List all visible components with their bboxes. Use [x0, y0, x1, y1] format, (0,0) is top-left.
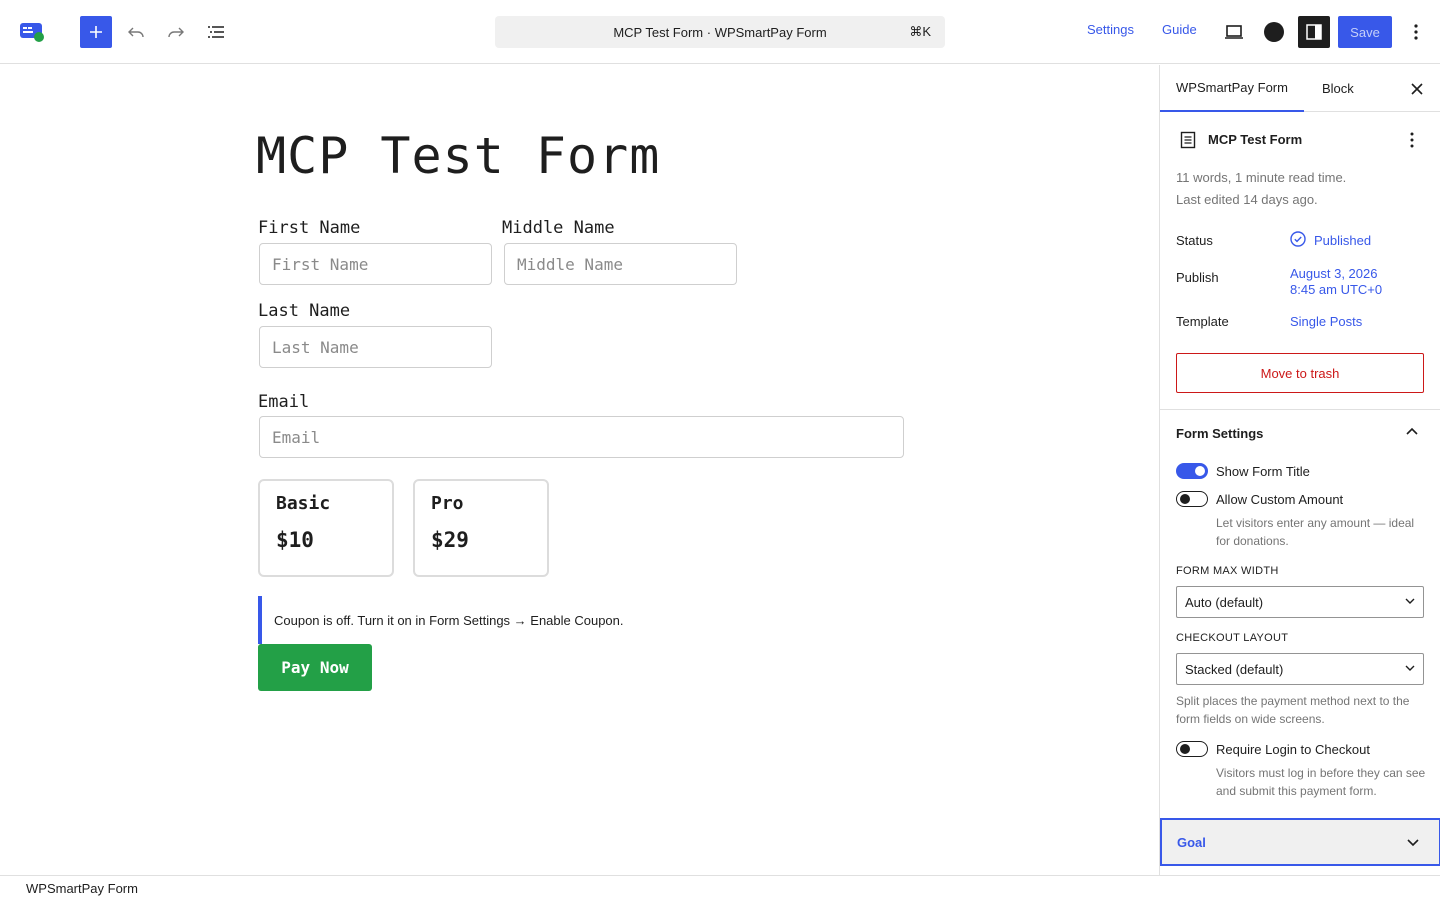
- publish-time[interactable]: 8:45 am UTC+0: [1290, 282, 1382, 298]
- plan-name: Basic: [276, 493, 331, 514]
- add-block-button[interactable]: [80, 16, 112, 48]
- first-name-label: First Name: [258, 218, 361, 238]
- checkout-layout-label: Checkout layout: [1176, 632, 1289, 644]
- publish-label: Publish: [1176, 270, 1219, 285]
- last-edited: Last edited 14 days ago.: [1176, 192, 1318, 207]
- checkout-layout-value: Stacked (default): [1185, 661, 1284, 677]
- footer-breadcrumb: WPSmartPay Form: [0, 875, 1440, 900]
- styles-icon[interactable]: [1264, 22, 1284, 42]
- allow-custom-amount-toggle[interactable]: [1176, 491, 1208, 507]
- pay-now-button[interactable]: Pay Now: [258, 644, 372, 691]
- breadcrumb-item[interactable]: WPSmartPay Form: [26, 881, 138, 896]
- redo-button[interactable]: [160, 16, 192, 48]
- settings-sidebar: WPSmartPay Form Block MCP Test Form 11 w…: [1159, 65, 1440, 875]
- plan-price: $29: [431, 528, 469, 552]
- checkout-layout-select[interactable]: Stacked (default): [1176, 653, 1424, 685]
- save-button[interactable]: Save: [1338, 16, 1392, 48]
- last-name-field[interactable]: Last Name: [259, 326, 492, 368]
- laptop-icon: [1225, 25, 1243, 39]
- plan-card-basic[interactable]: Basic $10: [258, 479, 394, 577]
- publish-date[interactable]: August 3, 2026: [1290, 266, 1377, 282]
- require-login-help: Visitors must log in before they can see…: [1216, 766, 1426, 798]
- wpsmartpay-logo-icon[interactable]: [18, 18, 46, 46]
- close-icon: [1411, 83, 1423, 95]
- sidebar-icon: [1306, 24, 1322, 40]
- more-vertical-icon: [1414, 24, 1418, 40]
- document-title: MCP Test Form · WPSmartPay Form: [613, 24, 827, 40]
- editor-canvas: MCP Test Form First Name First Name Midd…: [0, 65, 1159, 875]
- move-to-trash-button[interactable]: Move to trash: [1176, 353, 1424, 393]
- status-value[interactable]: Published: [1314, 233, 1371, 249]
- undo-button[interactable]: [120, 16, 152, 48]
- sidebar-tabs: WPSmartPay Form Block: [1160, 65, 1440, 112]
- settings-link[interactable]: Settings: [1087, 22, 1134, 37]
- list-view-icon: [208, 26, 224, 38]
- settings-panel-toggle[interactable]: [1298, 16, 1330, 48]
- last-name-label: Last Name: [258, 301, 351, 321]
- word-count: 11 words, 1 minute read time.: [1176, 170, 1347, 185]
- chevron-down-icon: [1407, 839, 1419, 847]
- command-palette-bar[interactable]: MCP Test Form · WPSmartPay Form ⌘K: [495, 16, 945, 48]
- middle-name-field[interactable]: Middle Name: [504, 243, 737, 285]
- plan-price: $10: [276, 528, 314, 552]
- show-form-title-toggle[interactable]: [1176, 463, 1208, 479]
- template-value[interactable]: Single Posts: [1290, 314, 1362, 330]
- options-menu-button[interactable]: [1400, 16, 1432, 48]
- preview-device-button[interactable]: [1218, 16, 1250, 48]
- custom-amount-help: Let visitors enter any amount — ideal fo…: [1216, 516, 1415, 548]
- goal-panel-toggle[interactable]: Goal: [1160, 818, 1440, 866]
- checkout-layout-help: Split places the payment method next to …: [1176, 694, 1410, 726]
- status-label: Status: [1176, 233, 1213, 248]
- shortcut-hint: ⌘K: [909, 24, 931, 39]
- form-max-width-label: Form max width: [1176, 565, 1279, 577]
- plan-card-pro[interactable]: Pro $29: [413, 479, 549, 577]
- require-login-toggle[interactable]: [1176, 741, 1208, 757]
- first-name-field[interactable]: First Name: [259, 243, 492, 285]
- chevron-down-icon: [1405, 598, 1415, 604]
- chevron-up-icon[interactable]: [1406, 427, 1418, 435]
- top-toolbar: MCP Test Form · WPSmartPay Form ⌘K Setti…: [0, 0, 1440, 64]
- more-vertical-icon[interactable]: [1410, 132, 1414, 148]
- email-field[interactable]: Email: [259, 416, 904, 458]
- guide-link[interactable]: Guide: [1162, 22, 1197, 37]
- plus-icon: [90, 26, 102, 38]
- form-settings-title[interactable]: Form Settings: [1176, 426, 1263, 441]
- tab-wpsmartpay-form[interactable]: WPSmartPay Form: [1160, 65, 1304, 112]
- divider: [1160, 409, 1440, 410]
- goal-label: Goal: [1177, 835, 1206, 850]
- form-title[interactable]: MCP Test Form: [256, 127, 660, 185]
- require-login-label: Require Login to Checkout: [1216, 742, 1370, 757]
- published-check-icon: [1290, 231, 1306, 247]
- tab-block[interactable]: Block: [1306, 65, 1370, 112]
- redo-icon: [168, 27, 184, 38]
- undo-icon: [128, 27, 144, 38]
- form-max-width-value: Auto (default): [1185, 594, 1264, 610]
- allow-custom-amount-label: Allow Custom Amount: [1216, 492, 1344, 507]
- form-max-width-select[interactable]: Auto (default): [1176, 586, 1424, 618]
- post-title: MCP Test Form: [1208, 132, 1303, 147]
- show-form-title-label: Show Form Title: [1216, 464, 1310, 479]
- email-label: Email: [258, 392, 310, 412]
- chevron-down-icon: [1405, 665, 1415, 671]
- middle-name-label: Middle Name: [502, 218, 615, 238]
- close-sidebar-button[interactable]: [1405, 77, 1429, 101]
- document-icon: [1180, 131, 1196, 149]
- plan-name: Pro: [431, 493, 464, 514]
- template-label: Template: [1176, 314, 1229, 329]
- document-overview-button[interactable]: [200, 16, 232, 48]
- coupon-notice: Coupon is off. Turn it on in Form Settin…: [258, 596, 658, 644]
